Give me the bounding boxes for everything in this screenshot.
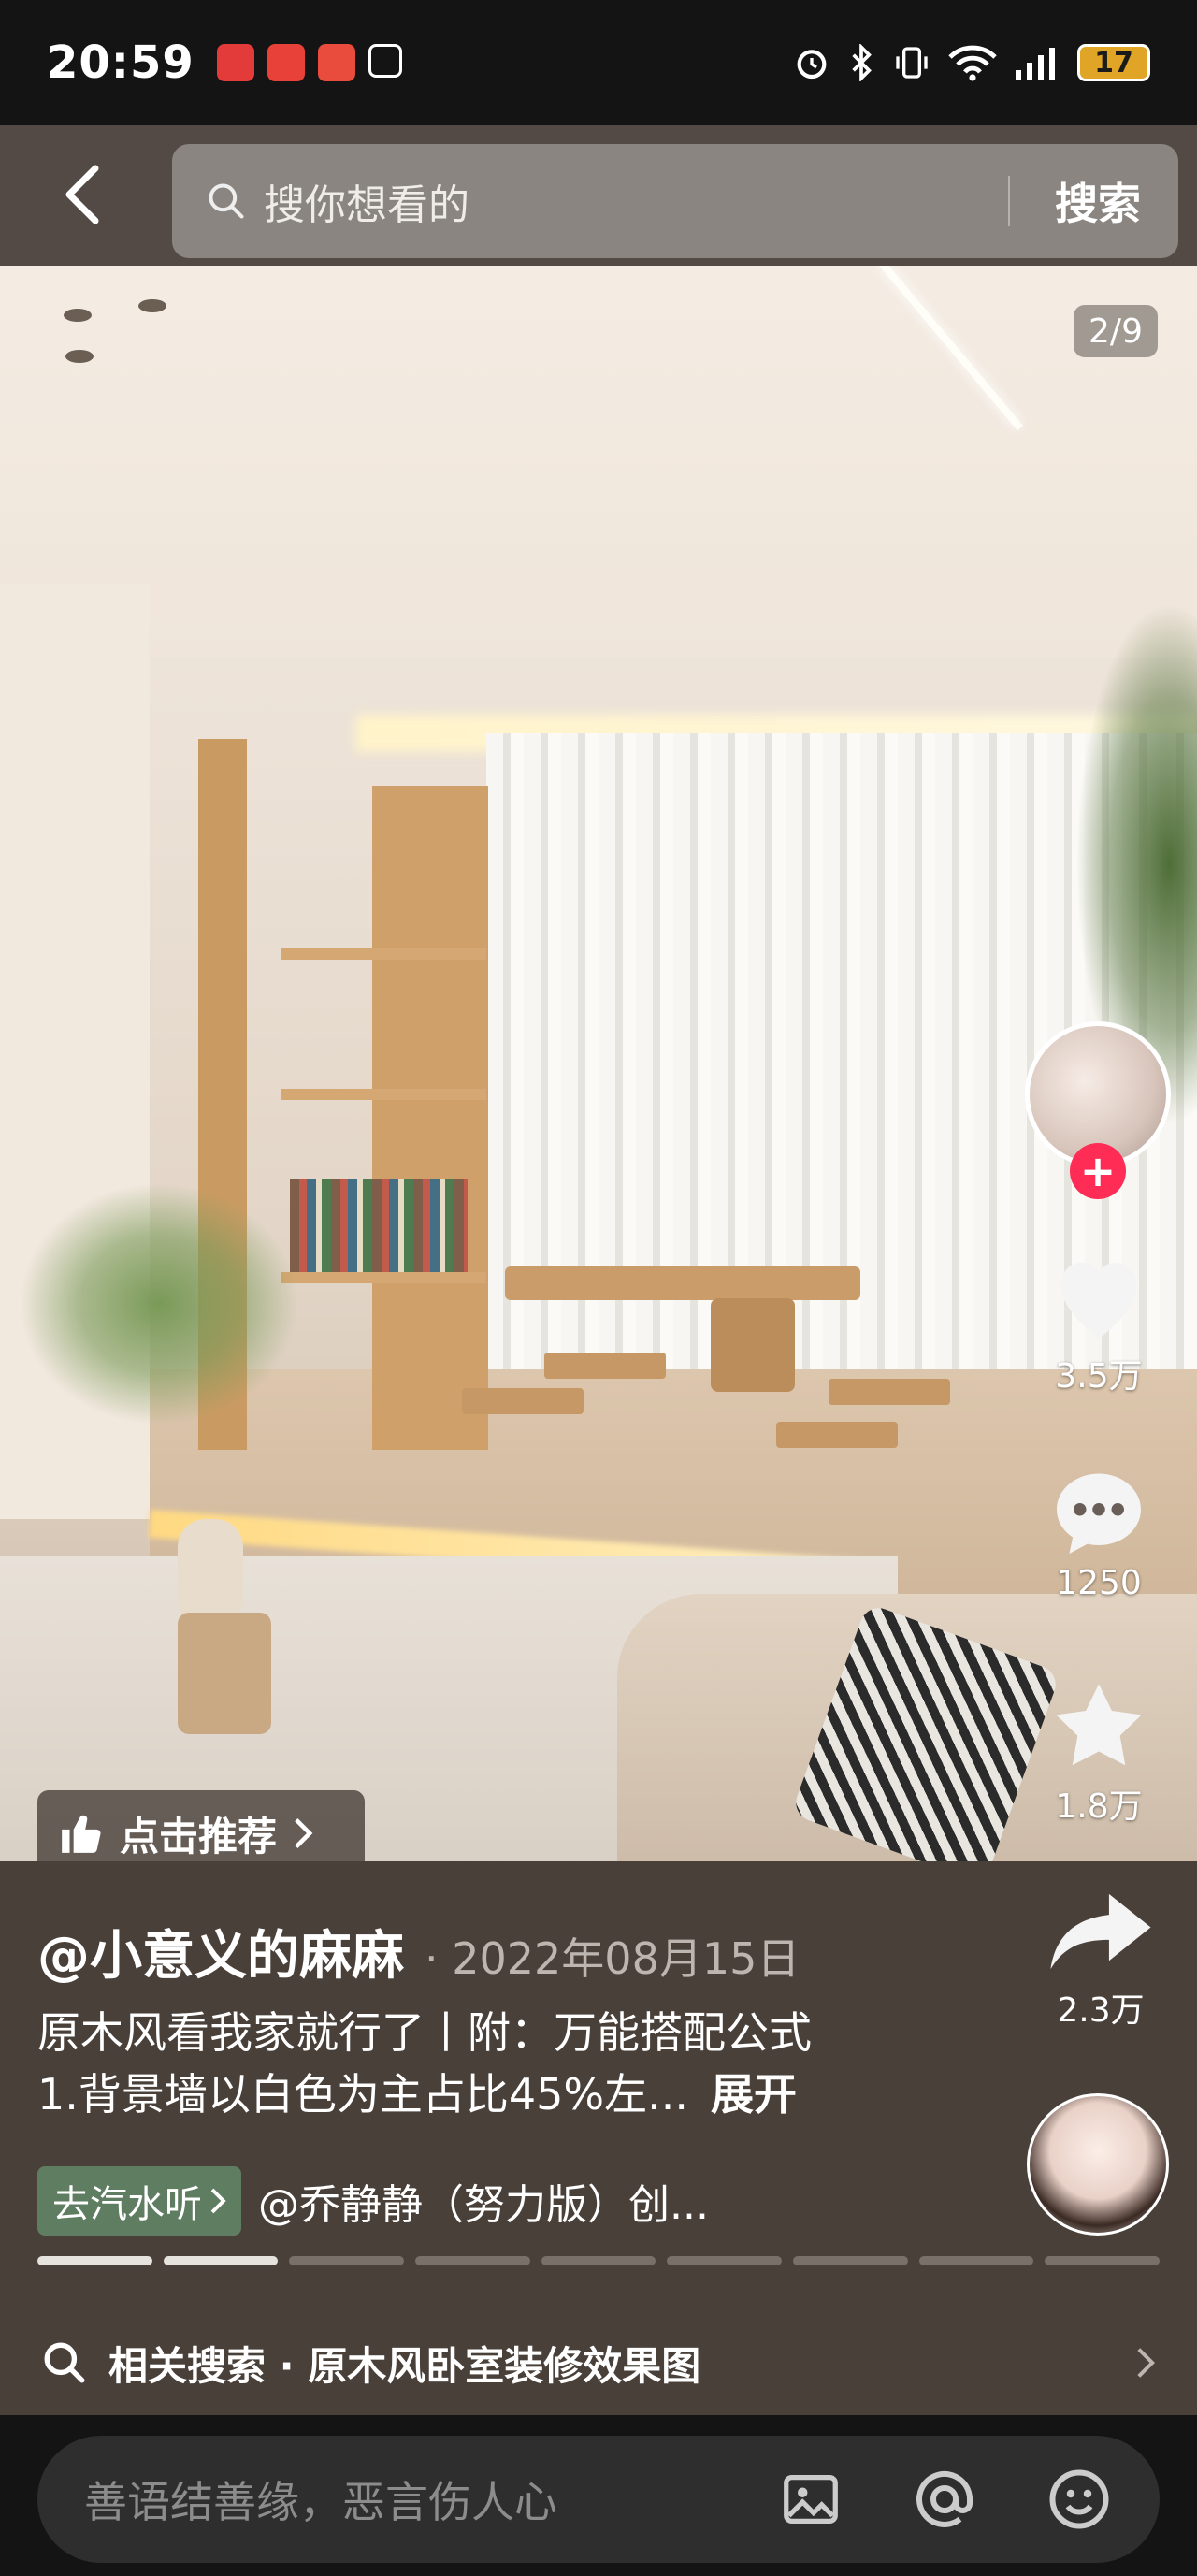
alarm-icon (797, 50, 827, 80)
status-bar: 20:59 17 (0, 0, 1197, 125)
related-search-label: 相关搜索 · 原木风卧室装修效果图 (108, 2342, 701, 2389)
photo-ceiling (0, 266, 1197, 658)
photo-downlight (138, 299, 166, 312)
expand-button[interactable]: 展开 (711, 2069, 797, 2120)
photo-downlight (65, 350, 94, 363)
mention-icon[interactable] (911, 2466, 978, 2533)
favorite-count: 1.8万 (1055, 1787, 1143, 1826)
photo-shelf (281, 948, 486, 960)
music-tag-line[interactable]: 去汽水听 @乔静静（努力版）创... (37, 2166, 709, 2236)
comment-count: 1250 (1056, 1564, 1142, 1602)
recommend-label: 点击推荐 (120, 1813, 278, 1860)
status-time: 20:59 (47, 36, 195, 89)
like-count: 3.5万 (1055, 1357, 1143, 1396)
favorite-action[interactable]: 1.8万 (1029, 1680, 1169, 1828)
search-button[interactable]: 搜索 (1055, 170, 1141, 232)
comment-placeholder[interactable]: 善语结善缘，恶言伤人心 (84, 2468, 557, 2530)
search-divider (1008, 176, 1010, 226)
huawei-app-icon (216, 44, 254, 81)
page-indicator: 2/9 (1074, 305, 1158, 357)
heart-icon[interactable] (1048, 1250, 1149, 1343)
bluetooth-icon (852, 44, 872, 81)
description-text: 1.背景墙以白色为主占比45%左... (37, 2069, 688, 2120)
author-line: @小意义的麻麻 · 2022年08月15日 (37, 1914, 800, 1990)
music-credit[interactable]: @乔静静（努力版）创... (258, 2171, 709, 2231)
description-line-2: 1.背景墙以白色为主占比45%左... 展开 (37, 2063, 1019, 2125)
progress-segment (667, 2256, 783, 2265)
photo-table (505, 1266, 860, 1300)
wifi-icon (948, 45, 997, 81)
comment-icon[interactable] (1048, 1465, 1149, 1558)
top-bar: 搜你想看的 搜索 (0, 125, 1197, 266)
signal-icon (1016, 48, 1055, 80)
post-date: · 2022年08月15日 (425, 1933, 800, 1984)
author-avatar-wrap[interactable]: + (1025, 1021, 1171, 1199)
emoji-icon[interactable] (1046, 2466, 1113, 2533)
app-notification-icon-2 (317, 44, 355, 81)
comment-action[interactable]: 1250 (1029, 1465, 1169, 1602)
search-box[interactable]: 搜你想看的 搜索 (172, 144, 1178, 258)
notification-icons (216, 44, 402, 81)
photo-table-leg (711, 1298, 795, 1392)
share-action[interactable]: 2.3万 (1040, 1889, 1161, 2032)
chevron-right-icon (295, 1818, 313, 1848)
photo-stool (544, 1353, 666, 1379)
music-chip-label: 去汽水听 (52, 2183, 202, 2226)
progress-segment (37, 2256, 152, 2265)
comment-tools (778, 2466, 1113, 2533)
thumbs-up-icon (62, 1815, 101, 1853)
photo-plant-left (19, 1182, 299, 1425)
follow-button[interactable]: + (1070, 1143, 1126, 1199)
progress-segment (541, 2256, 656, 2265)
description-line-1: 原木风看我家就行了丨附：万能搭配公式 (37, 2007, 812, 2058)
photo-downlight (64, 309, 92, 322)
nfc-icon (368, 44, 402, 78)
back-arrow-icon (65, 165, 99, 224)
search-icon (44, 2342, 85, 2383)
like-action[interactable]: 3.5万 (1029, 1250, 1169, 1397)
music-creator-avatar[interactable] (1027, 2093, 1169, 2236)
progress-segment (918, 2256, 1034, 2265)
back-button[interactable] (45, 157, 120, 232)
photo-stool (776, 1422, 898, 1448)
post-image[interactable] (0, 266, 1197, 1861)
progress-segment (415, 2256, 530, 2265)
progress-segment (289, 2256, 405, 2265)
related-search[interactable]: 相关搜索 · 原木风卧室装修效果图 (0, 2310, 1197, 2415)
star-icon[interactable] (1048, 1680, 1149, 1773)
photo-shelf-frame (372, 786, 488, 1450)
status-right: 17 (793, 44, 1150, 81)
music-chip[interactable]: 去汽水听 (37, 2166, 241, 2236)
image-icon[interactable] (778, 2467, 844, 2532)
photo-shelf (281, 1089, 486, 1100)
author-name[interactable]: @小意义的麻麻 (37, 1914, 404, 1990)
chevron-right-icon (210, 2188, 226, 2214)
battery-indicator: 17 (1077, 44, 1150, 81)
share-count: 2.3万 (1057, 1991, 1145, 2030)
progress-segment (793, 2256, 908, 2265)
share-icon[interactable] (1046, 1889, 1155, 1974)
progress-segment (163, 2256, 279, 2265)
vibrate-icon (896, 47, 928, 79)
photo-stool (462, 1388, 584, 1414)
photo-stool (829, 1379, 950, 1405)
photo-shelf (281, 1272, 486, 1283)
search-icon (209, 183, 244, 219)
photo-vase (178, 1519, 243, 1622)
search-input[interactable]: 搜你想看的 (264, 171, 469, 231)
photo-stump (178, 1613, 271, 1734)
comment-bar: 善语结善缘，恶言伤人心 (0, 2415, 1197, 2576)
comment-input[interactable]: 善语结善缘，恶言伤人心 (37, 2436, 1160, 2563)
chevron-right-icon (1137, 2348, 1156, 2378)
progress-segment (1045, 2256, 1161, 2265)
app-notification-icon (267, 44, 305, 81)
photo-books (290, 1179, 468, 1272)
post-description[interactable]: 原木风看我家就行了丨附：万能搭配公式 1.背景墙以白色为主占比45%左... 展开 (37, 2002, 1019, 2125)
image-progress (37, 2256, 1161, 2265)
